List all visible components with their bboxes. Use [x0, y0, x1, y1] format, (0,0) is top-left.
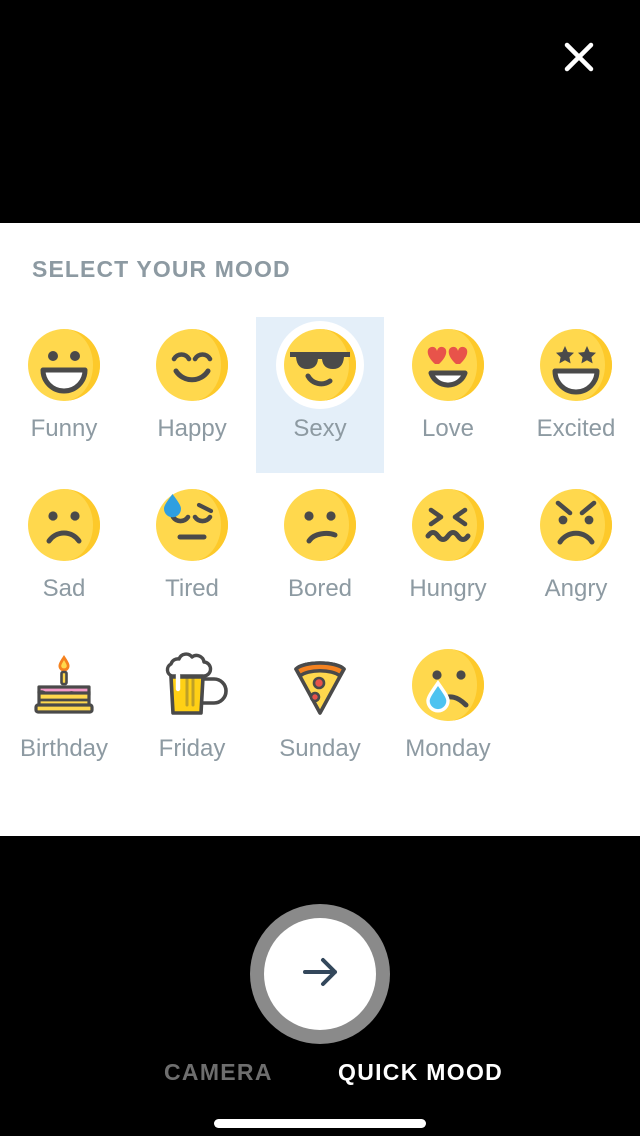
- mood-label: Monday: [405, 735, 491, 762]
- shutter-button[interactable]: [250, 904, 390, 1044]
- mood-panel: SELECT YOUR MOOD Funny Happy Sexy Love E…: [0, 223, 640, 836]
- mood-label: Sad: [42, 575, 86, 602]
- pizza-slice-icon: [282, 647, 358, 723]
- mood-cell-bored[interactable]: Bored: [256, 477, 384, 633]
- mood-label: Sexy: [293, 415, 347, 442]
- mood-cell-love[interactable]: Love: [384, 317, 512, 473]
- crying-tear-icon: [410, 647, 486, 723]
- mood-label: Angry: [544, 575, 608, 602]
- home-indicator: [214, 1119, 426, 1128]
- arrow-right-icon: [292, 944, 348, 1005]
- mood-label: Birthday: [19, 735, 109, 762]
- mood-cell-excited[interactable]: Excited: [512, 317, 640, 473]
- mood-cell-angry[interactable]: Angry: [512, 477, 640, 633]
- mood-label: Happy: [157, 415, 227, 442]
- mood-cell-monday[interactable]: Monday: [384, 637, 512, 793]
- tab-quick-mood[interactable]: QUICK MOOD: [338, 1059, 503, 1086]
- tab-camera[interactable]: CAMERA: [164, 1059, 273, 1086]
- bored-slight-frown-icon: [282, 487, 358, 563]
- angry-brows-frown-icon: [538, 487, 614, 563]
- mood-label: Hungry: [409, 575, 487, 602]
- panel-title: SELECT YOUR MOOD: [32, 256, 291, 282]
- mood-cell-funny[interactable]: Funny: [0, 317, 128, 473]
- shutter-inner: [264, 918, 376, 1030]
- mood-cell-empty: [512, 637, 640, 793]
- x-eyes-wavy-mouth-icon: [410, 487, 486, 563]
- top-camera-area: [0, 0, 640, 223]
- mood-cell-sad[interactable]: Sad: [0, 477, 128, 633]
- birthday-cake-icon: [26, 647, 102, 723]
- mood-cell-birthday[interactable]: Birthday: [0, 637, 128, 793]
- mood-cell-tired[interactable]: Tired: [128, 477, 256, 633]
- heart-eyes-open-smile-icon: [410, 327, 486, 403]
- smile-closed-eyes-icon: [154, 327, 230, 403]
- mood-label: Friday: [158, 735, 226, 762]
- mood-row: Sad Tired Bored Hungry Angry: [0, 477, 640, 637]
- mood-cell-hungry[interactable]: Hungry: [384, 477, 512, 633]
- mood-cell-friday[interactable]: Friday: [128, 637, 256, 793]
- mood-cell-happy[interactable]: Happy: [128, 317, 256, 473]
- frown-dot-eyes-icon: [26, 487, 102, 563]
- close-button[interactable]: [551, 29, 607, 85]
- close-icon: [551, 29, 607, 85]
- mood-grid: Funny Happy Sexy Love Excited Sad Tired …: [0, 317, 640, 797]
- beer-mug-icon: [154, 647, 230, 723]
- sunglasses-smirk-icon: [276, 321, 364, 409]
- mood-row: Birthday Friday Sunday Monday: [0, 637, 640, 797]
- star-eyes-open-smile-icon: [538, 327, 614, 403]
- mood-label: Sunday: [279, 735, 361, 762]
- sleepy-sweat-flat-icon: [154, 487, 230, 563]
- mood-cell-sunday[interactable]: Sunday: [256, 637, 384, 793]
- mood-label: Excited: [536, 415, 616, 442]
- mood-label: Tired: [165, 575, 219, 602]
- mood-label: Bored: [287, 575, 353, 602]
- smile-open-eyes-dots-icon: [26, 327, 102, 403]
- mood-row: Funny Happy Sexy Love Excited: [0, 317, 640, 477]
- bottom-bar: CAMERA QUICK MOOD: [0, 836, 640, 1136]
- quick-mood-screen: SELECT YOUR MOOD Funny Happy Sexy Love E…: [0, 0, 640, 1136]
- mood-label: Love: [421, 415, 475, 442]
- mood-label: Funny: [30, 415, 98, 442]
- mood-cell-sexy[interactable]: Sexy: [256, 317, 384, 473]
